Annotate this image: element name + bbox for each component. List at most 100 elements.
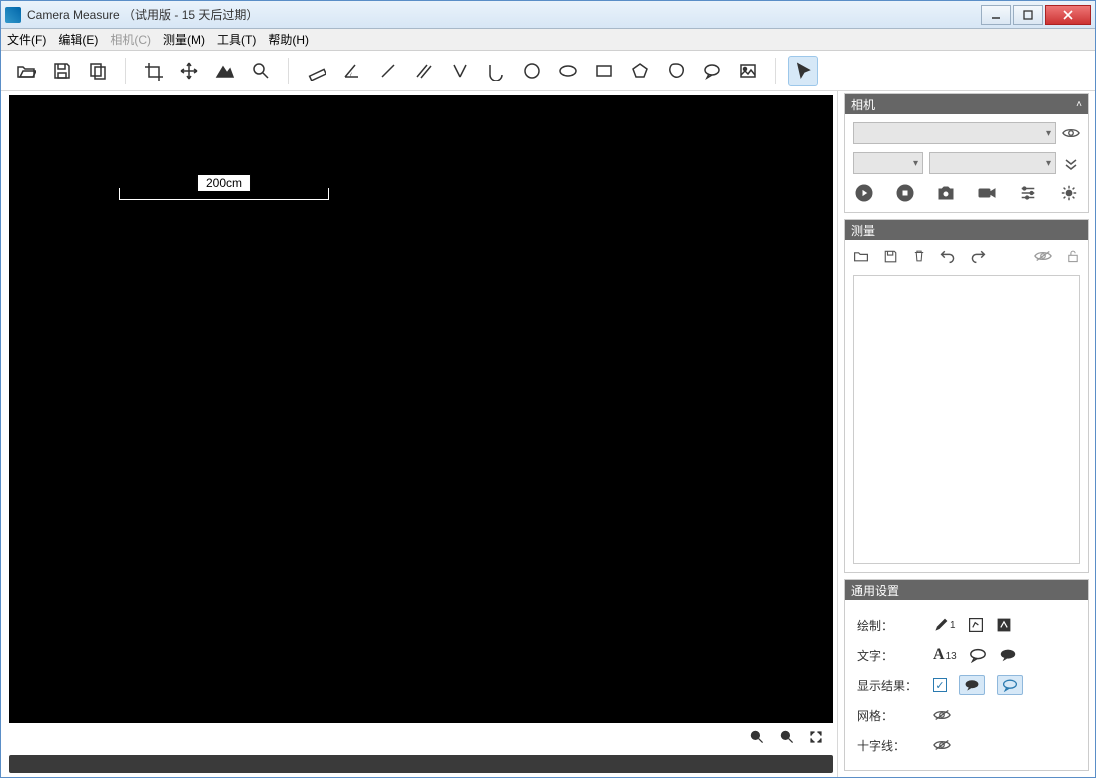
ellipse-icon[interactable]: [553, 56, 583, 86]
gear-icon[interactable]: [1058, 182, 1080, 204]
play-icon[interactable]: [853, 182, 875, 204]
angle-icon[interactable]: [337, 56, 367, 86]
result-label: 显示结果：: [857, 677, 933, 694]
maximize-button[interactable]: [1013, 5, 1043, 25]
camera-select[interactable]: ▾: [853, 122, 1056, 144]
save-icon[interactable]: [47, 56, 77, 86]
circle-icon[interactable]: [517, 56, 547, 86]
textings-label: 文字：: [857, 647, 933, 664]
copy-icon[interactable]: [83, 56, 113, 86]
app-window: Camera Measure （试用版 - 15 天后过期） 文件(F) 编辑(…: [0, 0, 1096, 778]
show-result-checkbox[interactable]: ✓: [933, 678, 947, 692]
line-icon[interactable]: [373, 56, 403, 86]
menu-file[interactable]: 文件(F): [7, 31, 46, 48]
crosshair-visibility-icon[interactable]: [933, 739, 951, 751]
camera-panel: 相机 ˄ ▾ ▾ ▾: [844, 93, 1089, 213]
fullscreen-icon[interactable]: [809, 730, 823, 747]
snapshot-icon[interactable]: [935, 182, 957, 204]
polygon-icon[interactable]: [661, 56, 691, 86]
font-size-control[interactable]: A13: [933, 646, 957, 664]
stop-icon[interactable]: [894, 182, 916, 204]
canvas-controls: [9, 723, 833, 753]
ruler-icon[interactable]: [301, 56, 331, 86]
measure-panel-header[interactable]: 测量: [845, 220, 1088, 240]
horizontal-scrollbar[interactable]: [9, 755, 833, 773]
toolbar-separator: [775, 58, 776, 84]
camera-panel-body: ▾ ▾ ▾: [845, 114, 1088, 212]
visibility-off-icon[interactable]: [1034, 249, 1052, 266]
camera-mode-select[interactable]: ▾: [929, 152, 1056, 174]
menu-camera[interactable]: 相机(C): [110, 31, 151, 48]
move-icon[interactable]: [174, 56, 204, 86]
calibrate-icon[interactable]: [210, 56, 240, 86]
settings-panel-header[interactable]: 通用设置: [845, 580, 1088, 600]
grid-label: 网格：: [857, 707, 933, 724]
crop-icon[interactable]: [138, 56, 168, 86]
crosshair-label: 十字线：: [857, 737, 933, 754]
window-title: Camera Measure （试用版 - 15 天后过期）: [27, 6, 979, 23]
redo-icon[interactable]: [970, 248, 986, 267]
camera-panel-header[interactable]: 相机 ˄: [845, 94, 1088, 114]
arc-icon[interactable]: [481, 56, 511, 86]
delete-icon[interactable]: [912, 248, 926, 267]
main-toolbar: [1, 51, 1095, 91]
minimize-button[interactable]: [981, 5, 1011, 25]
window-buttons: [979, 5, 1091, 25]
rectangle-icon[interactable]: [589, 56, 619, 86]
toolbar-separator: [288, 58, 289, 84]
image-icon[interactable]: [733, 56, 763, 86]
title-bar: Camera Measure （试用版 - 15 天后过期）: [1, 1, 1095, 29]
draw-label: 绘制：: [857, 617, 933, 634]
pentagon-icon[interactable]: [625, 56, 655, 86]
dimension-bar: [119, 188, 329, 200]
camera-controls: [853, 182, 1080, 204]
camera-res-select[interactable]: ▾: [853, 152, 923, 174]
measure-panel-title: 测量: [851, 222, 875, 239]
measure-panel: 测量: [844, 219, 1089, 573]
zoom-in-icon[interactable]: [779, 729, 795, 748]
settings-panel-body: 绘制： 1 文字： A13: [845, 600, 1088, 770]
side-panel: 相机 ˄ ▾ ▾ ▾: [837, 91, 1095, 777]
unlock-icon[interactable]: [1066, 248, 1080, 267]
close-button[interactable]: [1045, 5, 1091, 25]
settings-panel: 通用设置 绘制： 1 文字： A13: [844, 579, 1089, 771]
pointer-icon[interactable]: [788, 56, 818, 86]
measure-list[interactable]: [853, 275, 1080, 564]
zoom-out-icon[interactable]: [749, 729, 765, 748]
result-bubble-outline-icon[interactable]: [997, 675, 1023, 695]
expand-icon[interactable]: [1062, 156, 1080, 170]
chevron-up-icon: ˄: [1076, 99, 1082, 110]
pen-size-control[interactable]: 1: [933, 617, 956, 633]
canvas[interactable]: 200cm: [9, 95, 833, 723]
edit-box-icon[interactable]: [968, 617, 984, 633]
app-icon: [5, 7, 21, 23]
measure-tools: [853, 248, 1080, 267]
measure-panel-body: [845, 240, 1088, 572]
camera-panel-title: 相机: [851, 96, 875, 113]
annotation-icon[interactable]: [697, 56, 727, 86]
menu-measure[interactable]: 测量(M): [163, 31, 205, 48]
zoom-icon[interactable]: [246, 56, 276, 86]
visibility-icon[interactable]: [1062, 127, 1080, 139]
save-measure-icon[interactable]: [883, 249, 898, 267]
record-icon[interactable]: [976, 182, 998, 204]
open-icon[interactable]: [11, 56, 41, 86]
angle-lines-icon[interactable]: [445, 56, 475, 86]
content-area: 200cm 相机 ˄ ▾: [1, 91, 1095, 777]
grid-visibility-icon[interactable]: [933, 709, 951, 721]
menu-edit[interactable]: 编辑(E): [58, 31, 98, 48]
dimension-annotation[interactable]: 200cm: [119, 180, 329, 192]
draw-color-icon[interactable]: [996, 617, 1012, 633]
menu-bar: 文件(F) 编辑(E) 相机(C) 测量(M) 工具(T) 帮助(H): [1, 29, 1095, 51]
open-measure-icon[interactable]: [853, 248, 869, 267]
menu-help[interactable]: 帮助(H): [268, 31, 309, 48]
settings-panel-title: 通用设置: [851, 582, 899, 599]
result-bubble-fill-icon[interactable]: [959, 675, 985, 695]
menu-tools[interactable]: 工具(T): [217, 31, 256, 48]
text-bubble-fill-icon[interactable]: [999, 647, 1017, 663]
text-bubble-icon[interactable]: [969, 647, 987, 663]
parallel-lines-icon[interactable]: [409, 56, 439, 86]
toolbar-separator: [125, 58, 126, 84]
sliders-icon[interactable]: [1017, 182, 1039, 204]
undo-icon[interactable]: [940, 248, 956, 267]
